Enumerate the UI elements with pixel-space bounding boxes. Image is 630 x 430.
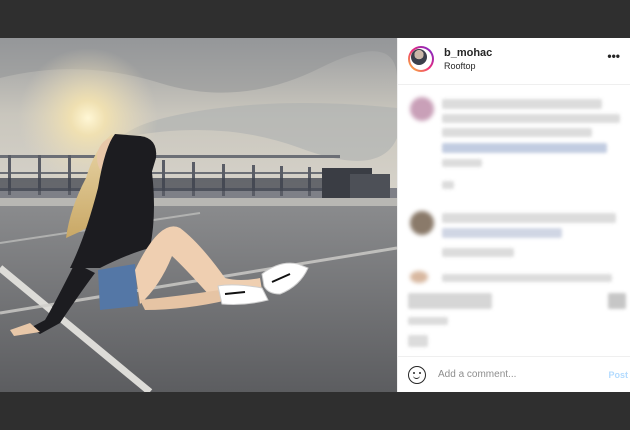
blurred-avatar	[410, 211, 434, 235]
post-photo[interactable]	[0, 38, 397, 392]
blurred-avatar	[410, 97, 434, 121]
blurred-comment	[442, 99, 602, 109]
blurred-avatar	[410, 271, 428, 283]
post-comment-button[interactable]: Post	[608, 370, 628, 380]
location-link[interactable]: Rooftop	[444, 61, 476, 71]
smile-icon[interactable]	[408, 366, 426, 384]
username-link[interactable]: b_mohac	[444, 47, 492, 59]
rooftop-photo-image	[0, 38, 397, 392]
comment-composer: Post	[398, 356, 630, 393]
post-sidebar: b_mohac Rooftop ••• Add a comment... Pos…	[397, 38, 630, 392]
post-modal: b_mohac Rooftop ••• Add a comment... Pos…	[0, 38, 630, 392]
avatar[interactable]	[408, 46, 434, 72]
blurred-comment	[442, 213, 616, 223]
profile-picture	[411, 49, 427, 65]
more-horizontal-icon[interactable]: •••	[607, 49, 620, 63]
blurred-comment	[442, 274, 612, 282]
add-comment-input[interactable]	[438, 369, 588, 380]
post-header: b_mohac Rooftop •••	[398, 38, 630, 85]
comments-list[interactable]	[398, 85, 630, 355]
